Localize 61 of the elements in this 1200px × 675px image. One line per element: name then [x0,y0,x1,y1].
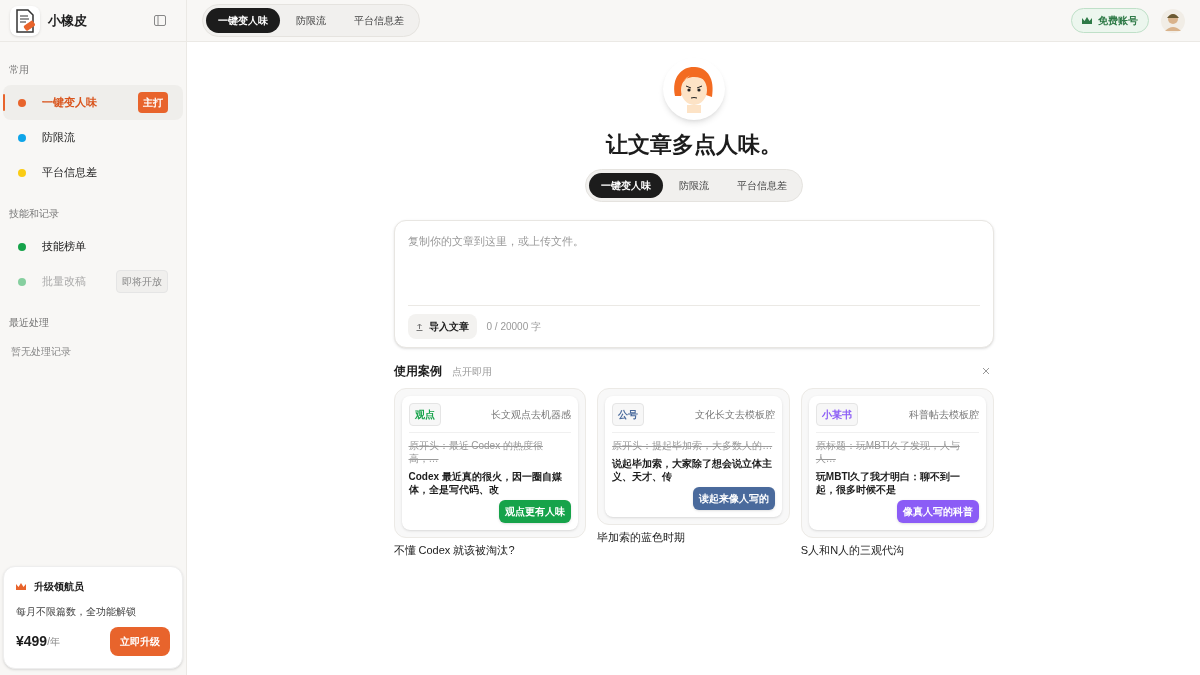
mode-tab[interactable]: 防限流 [284,8,338,33]
sidebar-item[interactable]: 技能榜单 [3,229,183,264]
case-caption: 毕加索的蓝色时期 [597,530,687,545]
section-title: 技能和记录 [8,207,60,221]
empty-note: 暂无处理记录 [10,345,72,359]
item-label: 平台信息差 [42,165,97,181]
section-title: 常用 [8,63,30,77]
item-label: 防限流 [42,130,75,146]
price: ¥499 [16,632,48,651]
active-indicator [3,94,5,111]
case-card[interactable]: 公号 文化长文去模板腔 原开头：提起毕加索，大多数人的… 说起毕加索，大家除了想会说立体主义、天才、传 读起来像人写的 [597,388,790,525]
cases-title: 使用案例 [393,363,442,380]
case-label: 文化长文去模板腔 [694,408,775,422]
upload-icon [415,322,423,331]
mode-tab[interactable]: 防限流 [666,173,721,198]
article-editor[interactable]: 复制你的文章到这里，或上传文件。 导入文章 0 / 20000 字 [393,220,994,348]
close-icon[interactable] [981,367,990,375]
original-text: 原开头：提起毕加索，大多数人的… [612,439,774,452]
character-counter: 0 / 20000 字 [486,320,541,334]
rewrite-action-button[interactable]: 像真人写的科普 [896,500,979,523]
case-card[interactable]: 观点 长文观点去机器感 原开头：最近 Codex 的热度很高，… Codex 最近真的很火，因一圈自媒体，全是写代码、改 观点更有人味 [393,388,587,538]
rewritten-text: 玩MBTI久了我才明白：聊不到一起，很多时候不是 [815,470,962,496]
case-caption: S人和N人的三观代沟 [800,543,906,558]
item-label: 批量改稿 [42,274,86,290]
original-text: 原标题：玩MBTI久了发现，人与人… [815,439,961,465]
mode-tab[interactable]: 一键变人味 [588,173,663,198]
rewritten-text: 说起毕加索，大家除了想会说立体主义、天才、传 [612,457,774,483]
coming-soon-badge: 即将开放 [116,270,168,293]
case-tag: 公号 [612,403,645,426]
price-unit: /年 [47,635,60,649]
cases-hint: 点开即用 [451,364,492,379]
crown-icon [16,582,26,591]
article-input[interactable]: 复制你的文章到这里，或上传文件。 [407,221,980,305]
mode-tab[interactable]: 平台信息差 [724,173,799,198]
hero-title: 让文章多点人味。 [605,131,782,159]
item-label: 技能榜单 [42,239,86,255]
crown-icon [1082,16,1092,25]
case-label: 科普帖去模板腔 [908,408,979,422]
account-button[interactable]: 免费账号 [1071,8,1149,33]
sidebar-item[interactable]: 防限流 [3,120,183,155]
mode-tab[interactable]: 一键变人味 [206,8,280,33]
item-label: 一键变人味 [42,95,97,111]
mode-tab[interactable]: 平台信息差 [342,8,416,33]
rewritten-text: Codex 最近真的很火，因一圈自媒体，全是写代码、改 [408,470,563,496]
upgrade-title: 升级领航员 [34,580,84,594]
section-title: 最近处理 [8,316,50,330]
app-name: 小橡皮 [48,11,87,30]
case-tag: 小某书 [815,403,858,426]
upgrade-description: 每月不限篇数，全功能解锁 [16,605,137,619]
import-button[interactable]: 导入文章 [407,314,477,339]
sidebar-toggle-icon[interactable] [154,15,166,26]
sidebar-item[interactable]: 一键变人味 主打 [3,85,183,120]
user-avatar-icon[interactable] [1161,8,1185,33]
sidebar-item[interactable]: 平台信息差 [3,155,183,190]
case-tag: 观点 [408,403,441,426]
case-caption: 不懂 Codex 就该被淘汰? [393,543,516,558]
original-text: 原开头：最近 Codex 的热度很高，… [408,439,544,465]
rewrite-action-button[interactable]: 读起来像人写的 [692,487,775,510]
case-label: 长文观点去机器感 [491,408,572,422]
featured-badge: 主打 [138,92,168,113]
case-card[interactable]: 小某书 科普帖去模板腔 原标题：玩MBTI久了发现，人与人… 玩MBTI久了我才明白：聊不到一起，很多时候不是 像真人写的科普 [800,388,994,538]
